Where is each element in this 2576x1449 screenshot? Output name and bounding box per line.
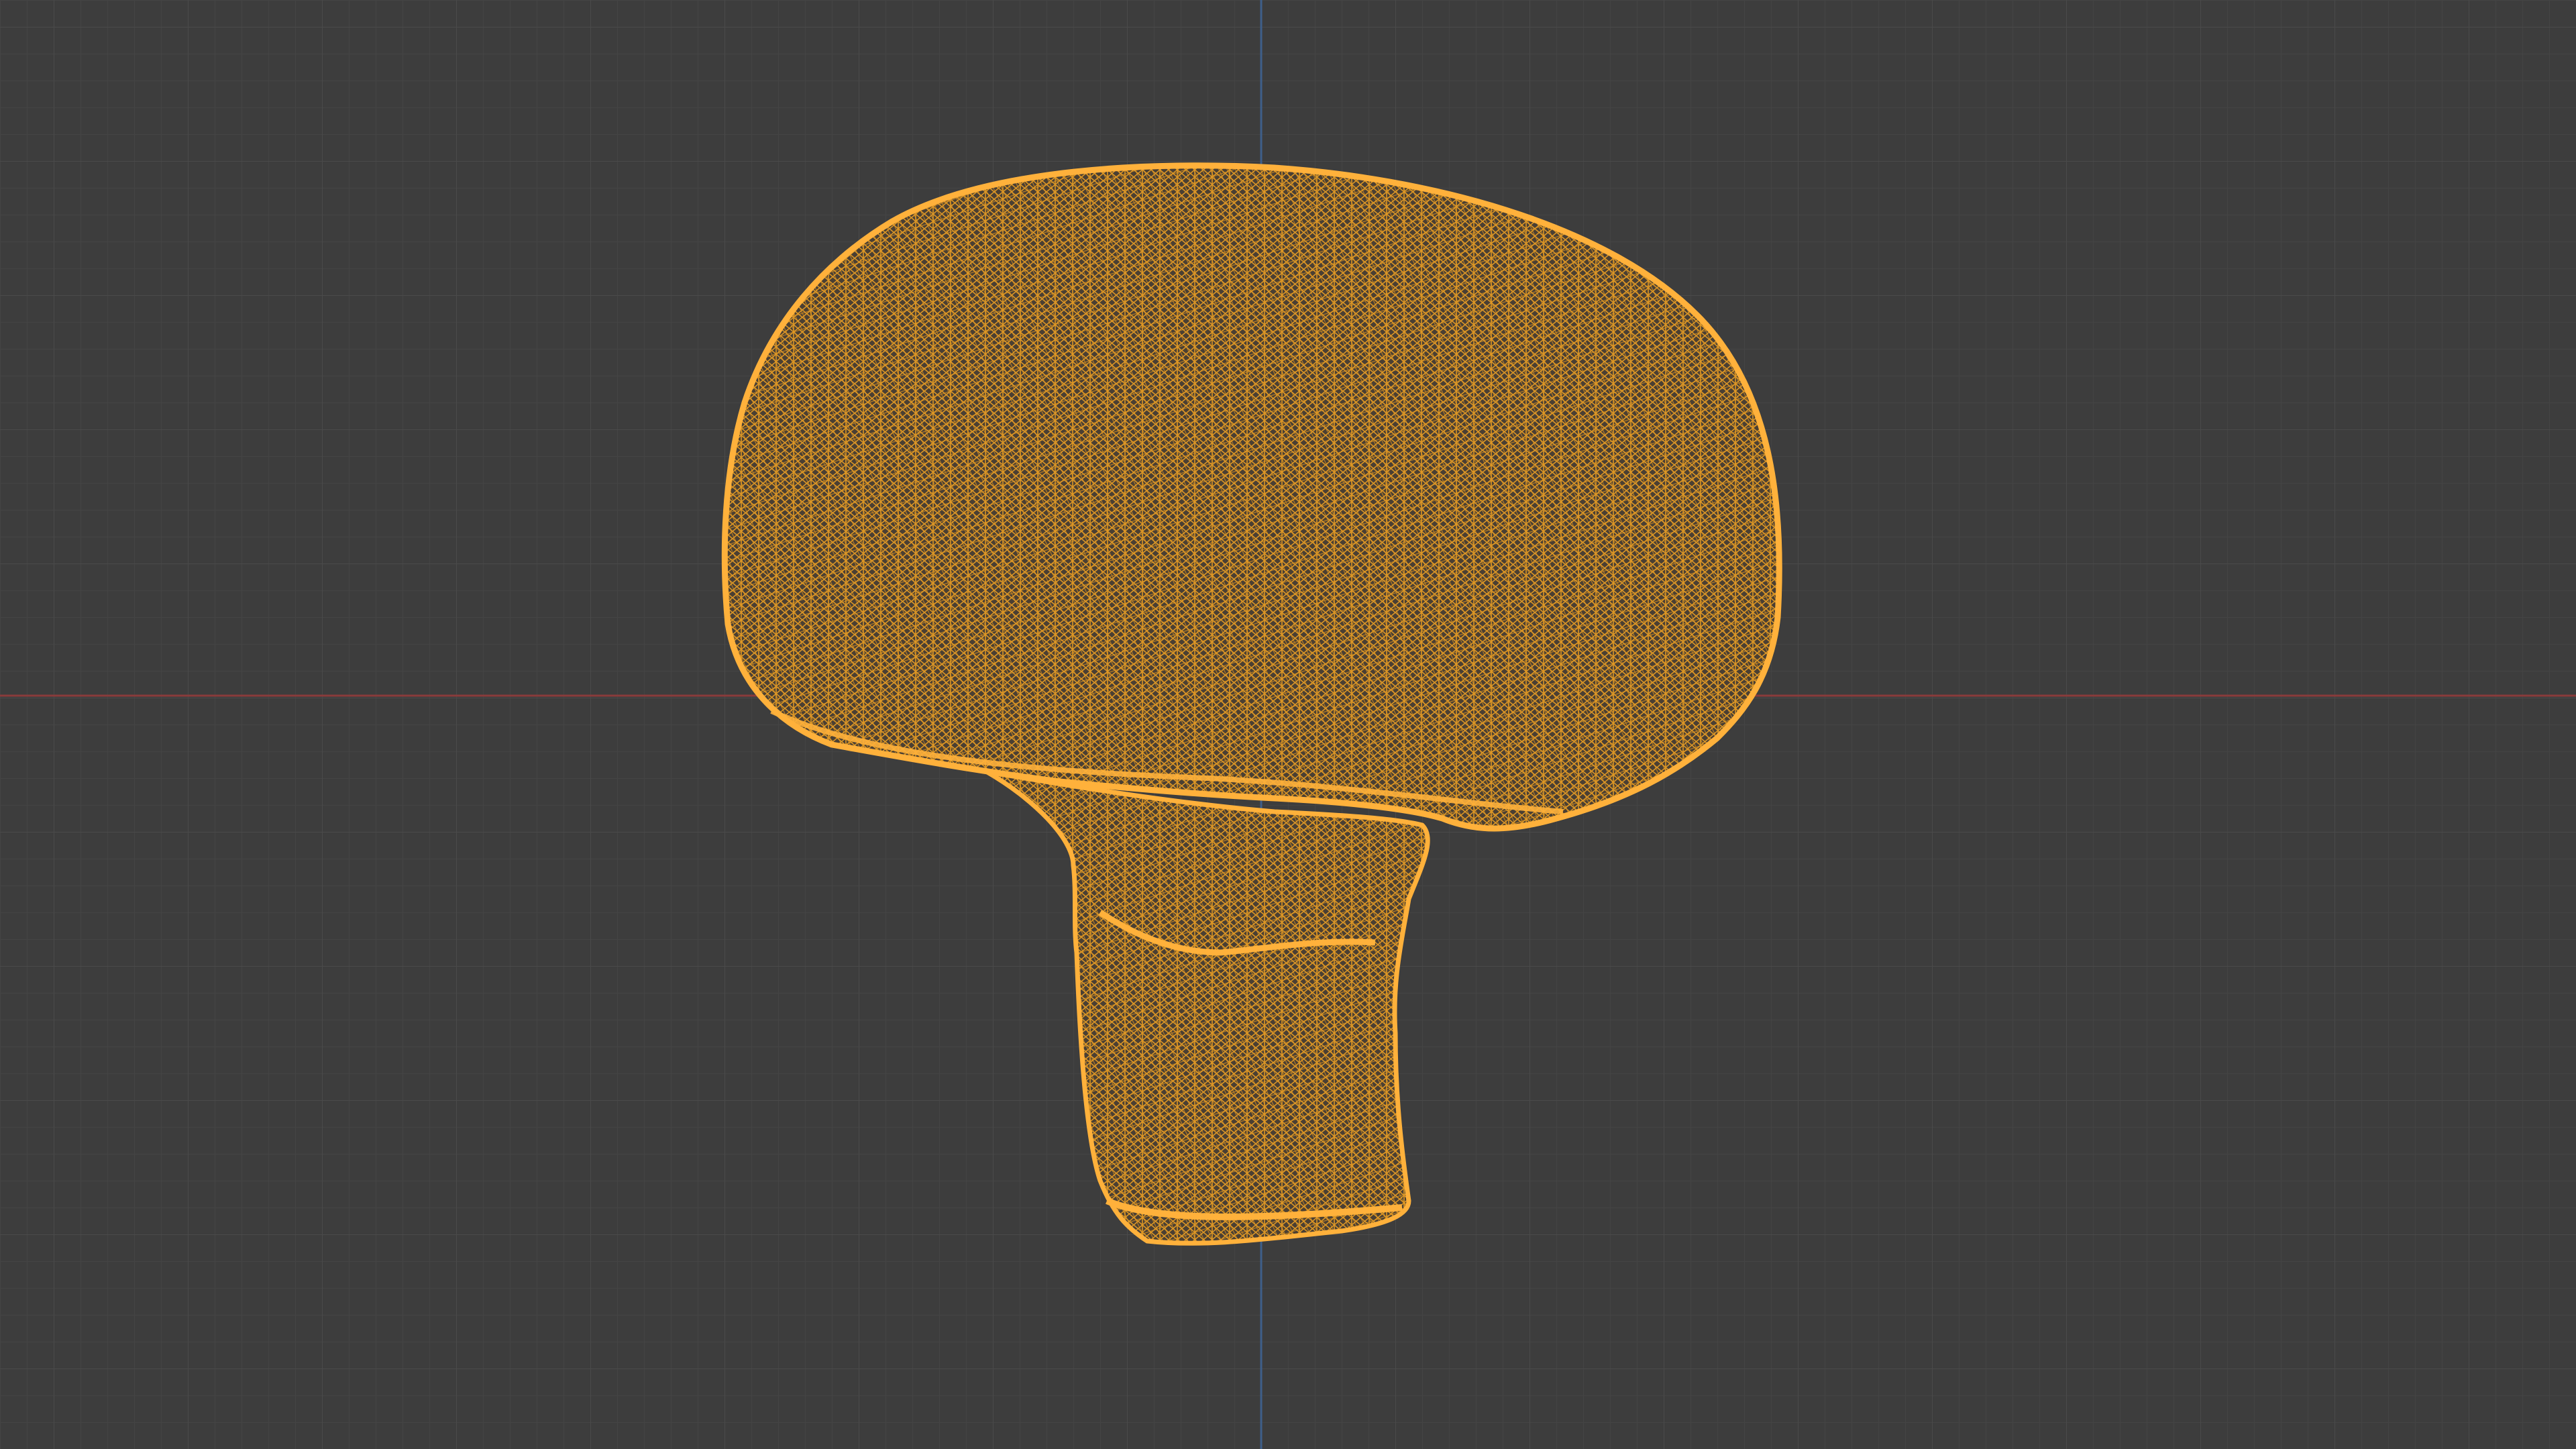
3d-viewport[interactable] — [0, 0, 2576, 1449]
viewport-canvas[interactable] — [0, 0, 2576, 1449]
